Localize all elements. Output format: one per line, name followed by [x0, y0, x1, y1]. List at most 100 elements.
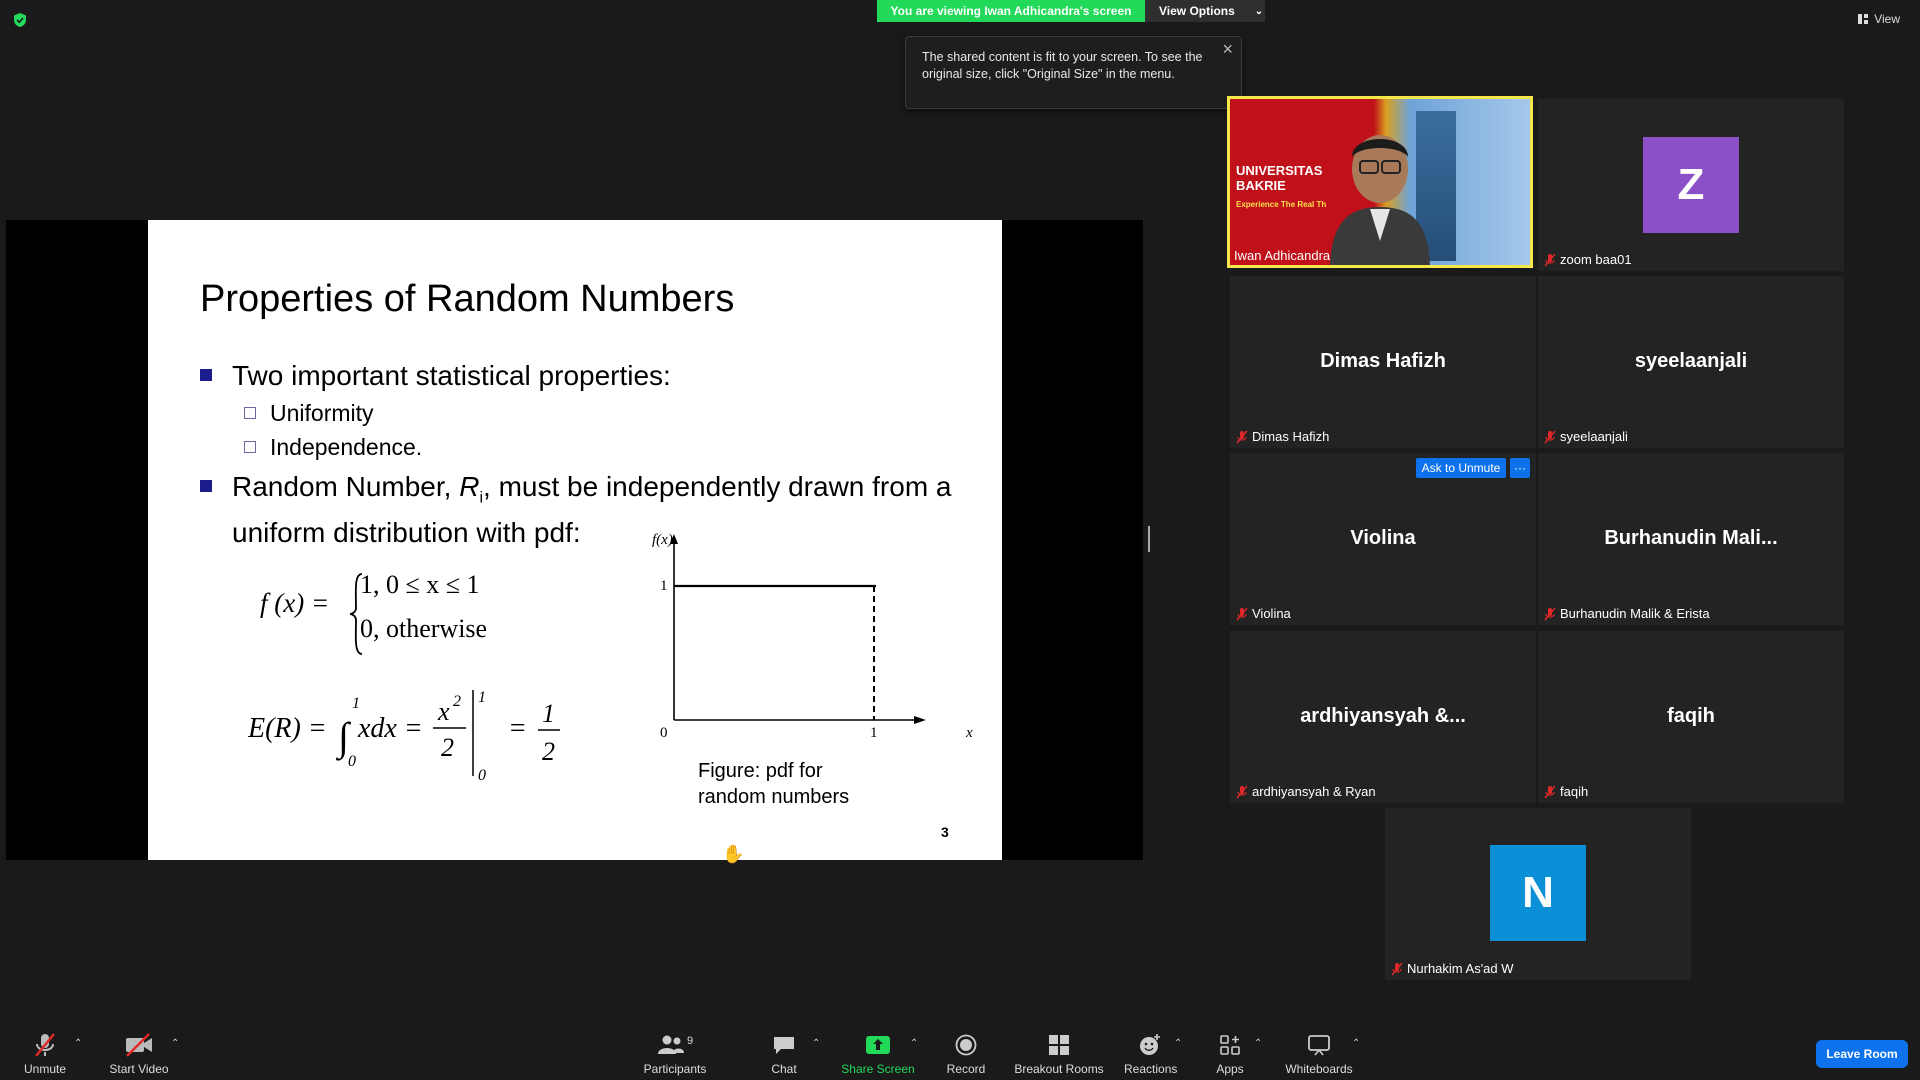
- bullet-text: Two important statistical properties:: [232, 360, 671, 391]
- participant-label: Dimas Hafizh: [1236, 429, 1329, 444]
- svg-text:2: 2: [542, 737, 555, 766]
- participant-tile[interactable]: Violina Violina: [1230, 453, 1536, 625]
- apps-button[interactable]: Apps: [1214, 1032, 1246, 1076]
- participant-display-name: faqih: [1667, 705, 1715, 727]
- participant-display-name: ardhiyansyah &...: [1300, 705, 1466, 727]
- formula-case-2: 0, otherwise: [360, 614, 488, 643]
- participant-tile[interactable]: Z zoom baa01: [1538, 99, 1844, 271]
- svg-text:2: 2: [441, 733, 454, 762]
- muted-mic-icon: [1544, 785, 1556, 798]
- view-label: View: [1874, 12, 1900, 26]
- muted-mic-icon: [1236, 607, 1248, 620]
- svg-text:E(R) =: E(R) =: [248, 713, 327, 744]
- avatar: Z: [1643, 137, 1739, 233]
- shared-screen[interactable]: Properties of Random Numbers Two importa…: [6, 220, 1143, 864]
- slide-page-number: 3: [941, 824, 949, 840]
- participant-name: ardhiyansyah & Ryan: [1252, 784, 1376, 799]
- whiteboards-label: Whiteboards: [1285, 1062, 1353, 1076]
- chevron-down-icon: ⌄: [1254, 5, 1264, 17]
- svg-text:0: 0: [348, 753, 356, 770]
- svg-text:1: 1: [542, 700, 555, 728]
- participant-name: zoom baa01: [1560, 252, 1632, 267]
- sub-bullet-icon: [244, 406, 256, 419]
- reactions-button[interactable]: Reactions: [1124, 1032, 1178, 1076]
- participant-label: Burhanudin Malik & Erista: [1544, 606, 1710, 621]
- participant-tile[interactable]: Dimas Hafizh Dimas Hafizh: [1230, 276, 1536, 448]
- presentation-slide: Properties of Random Numbers Two importa…: [148, 220, 1002, 864]
- start-video-button[interactable]: Start Video: [104, 1032, 174, 1076]
- participant-name: Iwan Adhicandra: [1234, 248, 1331, 263]
- chat-button[interactable]: Chat: [768, 1032, 800, 1076]
- hand-cursor-icon: ✋: [722, 844, 745, 864]
- meeting-toolbar: Unmute ⌃ Start Video ⌃ 9 Participants Ch…: [0, 1020, 1920, 1080]
- bullet-statistical-properties: Two important statistical properties:: [200, 360, 671, 392]
- formula-case-1: 1, 0 ≤ x ≤ 1: [360, 570, 480, 599]
- svg-text:xdx =: xdx =: [357, 713, 423, 744]
- svg-text:0: 0: [478, 767, 486, 784]
- sub-bullet-icon: [244, 440, 256, 453]
- breakout-rooms-button[interactable]: Breakout Rooms: [1014, 1032, 1104, 1076]
- muted-mic-icon: [1236, 785, 1248, 798]
- participant-tile[interactable]: N Nurhakim As'ad W: [1385, 808, 1691, 980]
- participant-name: Dimas Hafizh: [1252, 429, 1330, 444]
- muted-mic-icon: [1544, 430, 1556, 443]
- unmute-button[interactable]: Unmute: [20, 1032, 70, 1076]
- close-icon[interactable]: ×: [1222, 40, 1233, 58]
- reactions-options-chevron-icon[interactable]: ⌃: [1174, 1038, 1182, 1049]
- half-fraction: = 1 2: [508, 700, 560, 766]
- record-button[interactable]: Record: [944, 1032, 988, 1076]
- svg-text:=: =: [508, 713, 527, 744]
- participant-tile[interactable]: Burhanudin Mali... Burhanudin Malik & Er…: [1538, 453, 1844, 625]
- participants-button[interactable]: 9 Participants: [640, 1032, 710, 1076]
- participant-name: syeelaanjali: [1560, 429, 1628, 444]
- share-screen-button[interactable]: Share Screen: [838, 1032, 918, 1076]
- participant-tile-video[interactable]: UNIVERSITAS BAKRIE Experience The Real T…: [1227, 96, 1533, 268]
- sub-bullet-uniformity: Uniformity: [244, 400, 374, 427]
- audio-options-chevron-icon[interactable]: ⌃: [74, 1038, 82, 1049]
- figure-caption: Figure: pdf for random numbers: [698, 758, 849, 810]
- chat-options-chevron-icon[interactable]: ⌃: [812, 1038, 820, 1049]
- participant-tile[interactable]: syeelaanjali syeelaanjali: [1538, 276, 1844, 448]
- more-options-button[interactable]: ···: [1510, 458, 1530, 478]
- panel-resize-handle[interactable]: [1148, 526, 1150, 552]
- sub-bullet-text: Independence.: [270, 434, 423, 460]
- banner-line1: UNIVERSITAS: [1236, 163, 1323, 178]
- record-icon: [955, 1034, 977, 1056]
- share-options-chevron-icon[interactable]: ⌃: [910, 1038, 918, 1049]
- banner-line2: BAKRIE: [1236, 178, 1286, 193]
- breakout-rooms-label: Breakout Rooms: [1014, 1062, 1104, 1076]
- participant-display-name: Burhanudin Mali...: [1604, 527, 1778, 549]
- participant-tile[interactable]: ardhiyansyah &... ardhiyansyah & Ryan: [1230, 631, 1536, 803]
- sub-bullet-text: Uniformity: [270, 400, 374, 426]
- video-off-icon: [126, 1033, 152, 1057]
- participant-label: Violina: [1236, 606, 1291, 621]
- expected-value-formula: E(R) = ∫ 1 0 xdx = x 2 2 1 0: [248, 689, 486, 784]
- view-options-button[interactable]: View Options ⌄: [1145, 0, 1265, 22]
- banner-tagline: Experience The Real Th: [1236, 200, 1327, 209]
- participant-tile[interactable]: faqih faqih: [1538, 631, 1844, 803]
- zoom-meeting-window: You are viewing Iwan Adhicandra's screen…: [0, 0, 1920, 1080]
- tooltip-text: The shared content is fit to your screen…: [922, 50, 1203, 81]
- apps-label: Apps: [1216, 1062, 1244, 1076]
- participant-label: ardhiyansyah & Ryan: [1236, 784, 1376, 799]
- formula-f-label: f (x) =: [260, 588, 330, 618]
- breakout-rooms-icon: [1049, 1035, 1069, 1055]
- avatar: N: [1490, 845, 1586, 941]
- view-button[interactable]: View: [1857, 12, 1900, 26]
- whiteboards-options-chevron-icon[interactable]: ⌃: [1352, 1038, 1360, 1049]
- ask-to-unmute-button[interactable]: Ask to Unmute: [1416, 458, 1506, 478]
- participant-label: syeelaanjali: [1544, 429, 1628, 444]
- whiteboards-button[interactable]: Whiteboards: [1282, 1032, 1356, 1076]
- uniform-pdf-graph: [670, 534, 926, 724]
- leave-room-button[interactable]: Leave Room: [1816, 1040, 1908, 1068]
- apps-options-chevron-icon[interactable]: ⌃: [1254, 1038, 1262, 1049]
- unmute-label: Unmute: [23, 1062, 67, 1076]
- security-shield-icon[interactable]: [12, 12, 28, 28]
- bullet-square-icon: [200, 479, 212, 492]
- participant-label: zoom baa01: [1544, 252, 1632, 267]
- figure-caption-line2: random numbers: [698, 786, 850, 808]
- bullet-square-icon: [200, 368, 212, 381]
- reactions-label: Reactions: [1124, 1062, 1178, 1076]
- grid-view-icon: [1858, 14, 1869, 24]
- video-options-chevron-icon[interactable]: ⌃: [171, 1038, 179, 1049]
